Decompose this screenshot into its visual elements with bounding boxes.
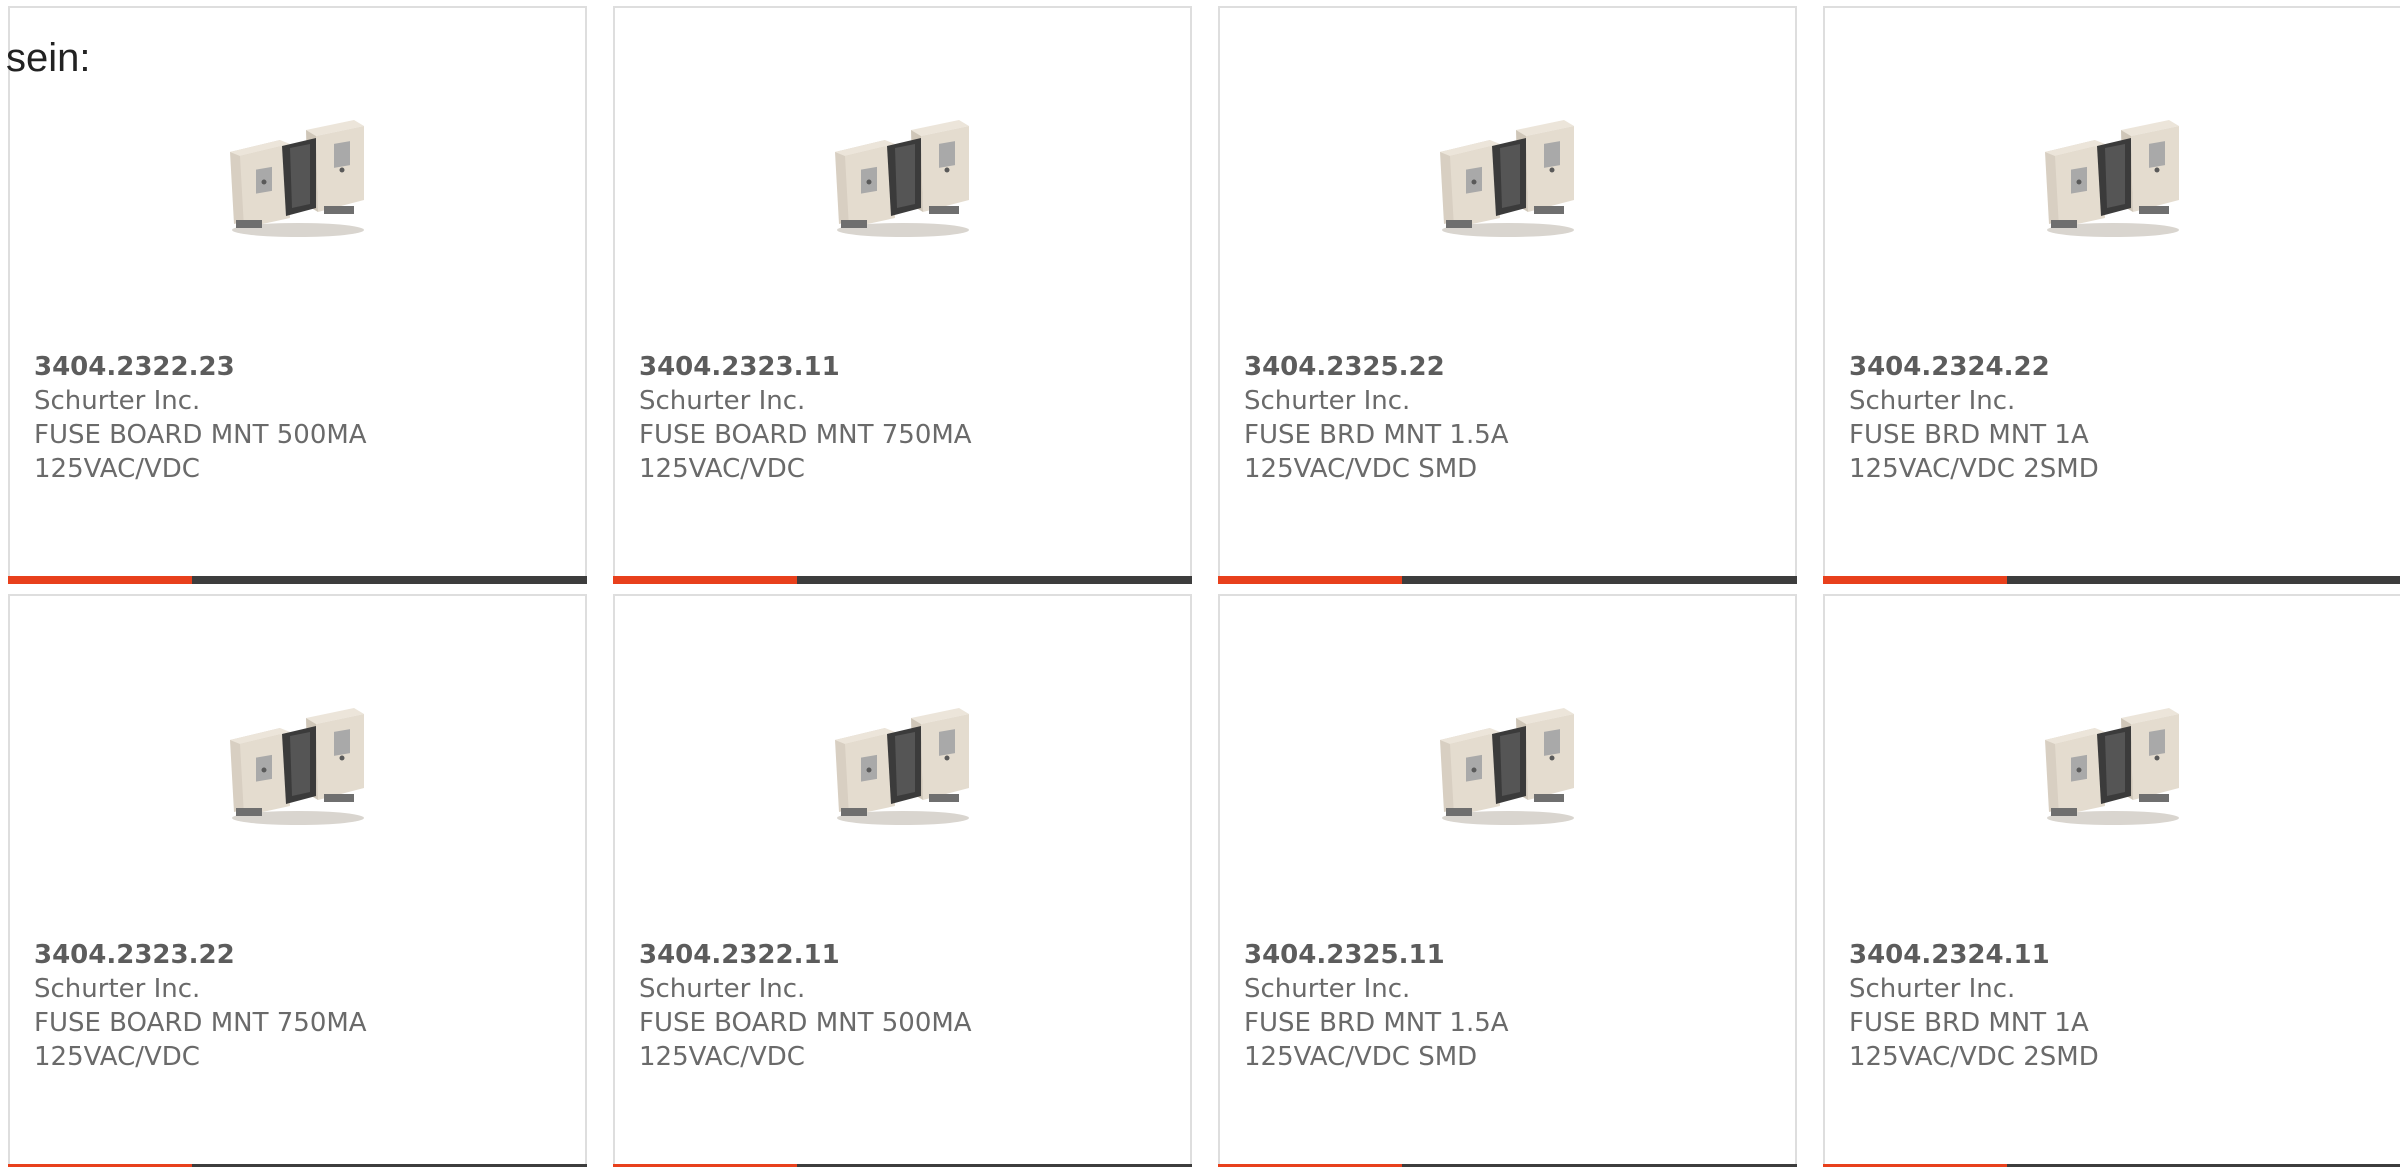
manufacturer: Schurter Inc.	[1244, 386, 1411, 416]
product-description: FUSE BOARD MNT 750MA 125VAC/VDC	[639, 420, 972, 484]
card-accent-bar	[613, 576, 797, 584]
product-description: FUSE BOARD MNT 750MA 125VAC/VDC	[34, 1008, 367, 1072]
card-bottom-bar	[1218, 576, 1797, 584]
manufacturer: Schurter Inc.	[1244, 974, 1411, 1004]
part-number[interactable]: 3404.2323.22	[34, 938, 434, 972]
product-info: 3404.2325.22 Schurter Inc. FUSE BRD MNT …	[1244, 350, 1644, 486]
fuse-holder-icon[interactable]	[2035, 112, 2191, 242]
product-description: FUSE BOARD MNT 500MA 125VAC/VDC	[34, 420, 367, 484]
part-number[interactable]: 3404.2325.22	[1244, 350, 1644, 384]
product-info: 3404.2323.22 Schurter Inc. FUSE BOARD MN…	[34, 938, 434, 1074]
card-accent-bar	[1823, 576, 2007, 584]
manufacturer: Schurter Inc.	[1849, 386, 2016, 416]
product-description: FUSE BRD MNT 1A 125VAC/VDC 2SMD	[1849, 1008, 2099, 1072]
manufacturer: Schurter Inc.	[1849, 974, 2016, 1004]
part-number[interactable]: 3404.2324.11	[1849, 938, 2249, 972]
product-card[interactable]: 3404.2324.22 Schurter Inc. FUSE BRD MNT …	[1823, 6, 2400, 584]
card-bottom-bar	[8, 576, 587, 584]
card-bottom-bar	[613, 576, 1192, 584]
fuse-holder-icon[interactable]	[825, 700, 981, 830]
manufacturer: Schurter Inc.	[34, 386, 201, 416]
product-info: 3404.2322.11 Schurter Inc. FUSE BOARD MN…	[639, 938, 1039, 1074]
card-accent-bar	[8, 576, 192, 584]
product-card[interactable]: 3404.2322.23 Schurter Inc. FUSE BOARD MN…	[8, 6, 587, 584]
fuse-holder-icon[interactable]	[220, 112, 376, 242]
product-grid: 3404.2322.23 Schurter Inc. FUSE BOARD MN…	[8, 6, 2400, 1167]
product-card[interactable]: 3404.2324.11 Schurter Inc. FUSE BRD MNT …	[1823, 594, 2400, 1167]
product-description: FUSE BRD MNT 1.5A 125VAC/VDC SMD	[1244, 420, 1509, 484]
part-number[interactable]: 3404.2322.11	[639, 938, 1039, 972]
part-number[interactable]: 3404.2324.22	[1849, 350, 2249, 384]
part-number[interactable]: 3404.2322.23	[34, 350, 434, 384]
product-info: 3404.2323.11 Schurter Inc. FUSE BOARD MN…	[639, 350, 1039, 486]
part-number[interactable]: 3404.2325.11	[1244, 938, 1644, 972]
page: sein: 3404.2322.23 Schurter Inc. FUSE BO…	[0, 0, 2400, 1167]
fuse-holder-icon[interactable]	[2035, 700, 2191, 830]
manufacturer: Schurter Inc.	[639, 974, 806, 1004]
product-info: 3404.2324.22 Schurter Inc. FUSE BRD MNT …	[1849, 350, 2249, 486]
lead-text: sein:	[6, 36, 91, 80]
fuse-holder-icon[interactable]	[1430, 700, 1586, 830]
card-accent-bar	[1218, 576, 1402, 584]
product-info: 3404.2322.23 Schurter Inc. FUSE BOARD MN…	[34, 350, 434, 486]
manufacturer: Schurter Inc.	[34, 974, 201, 1004]
fuse-holder-icon[interactable]	[1430, 112, 1586, 242]
product-card[interactable]: 3404.2322.11 Schurter Inc. FUSE BOARD MN…	[613, 594, 1192, 1167]
product-card[interactable]: 3404.2325.22 Schurter Inc. FUSE BRD MNT …	[1218, 6, 1797, 584]
product-description: FUSE BRD MNT 1.5A 125VAC/VDC SMD	[1244, 1008, 1509, 1072]
product-card[interactable]: 3404.2325.11 Schurter Inc. FUSE BRD MNT …	[1218, 594, 1797, 1167]
fuse-holder-icon[interactable]	[825, 112, 981, 242]
manufacturer: Schurter Inc.	[639, 386, 806, 416]
product-card[interactable]: 3404.2323.22 Schurter Inc. FUSE BOARD MN…	[8, 594, 587, 1167]
product-description: FUSE BRD MNT 1A 125VAC/VDC 2SMD	[1849, 420, 2099, 484]
product-info: 3404.2325.11 Schurter Inc. FUSE BRD MNT …	[1244, 938, 1644, 1074]
part-number[interactable]: 3404.2323.11	[639, 350, 1039, 384]
product-info: 3404.2324.11 Schurter Inc. FUSE BRD MNT …	[1849, 938, 2249, 1074]
fuse-holder-icon[interactable]	[220, 700, 376, 830]
product-description: FUSE BOARD MNT 500MA 125VAC/VDC	[639, 1008, 972, 1072]
product-card[interactable]: 3404.2323.11 Schurter Inc. FUSE BOARD MN…	[613, 6, 1192, 584]
card-bottom-bar	[1823, 576, 2400, 584]
